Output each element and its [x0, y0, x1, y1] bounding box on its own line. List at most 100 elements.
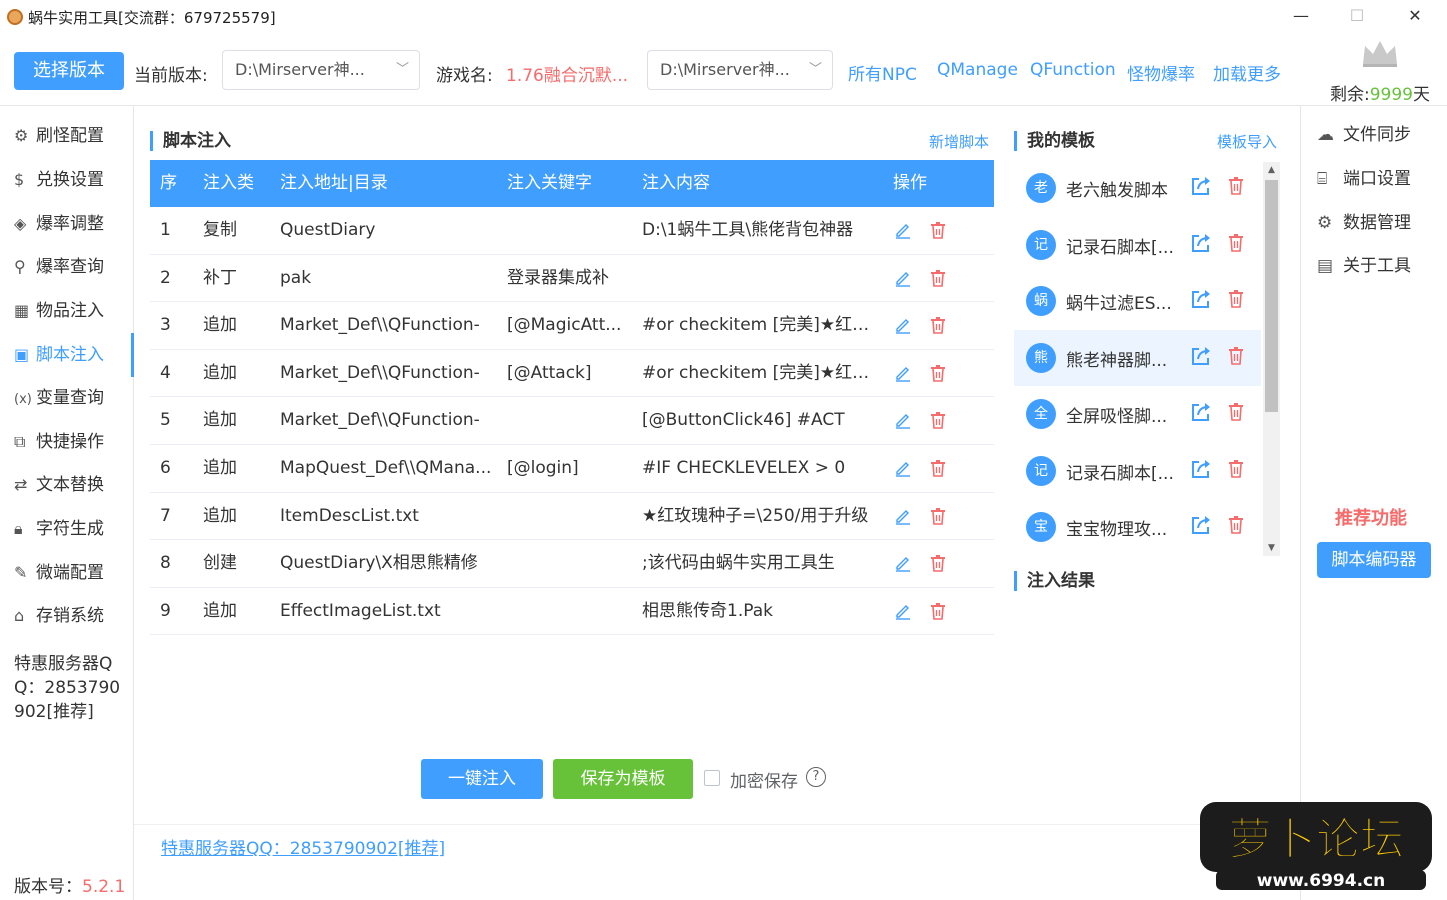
- share-icon[interactable]: [1190, 175, 1212, 197]
- share-icon[interactable]: [1190, 345, 1212, 367]
- sidebar-item-microclient[interactable]: ✎ 微端配置: [0, 551, 134, 595]
- delete-icon[interactable]: [930, 364, 946, 382]
- delete-icon[interactable]: [930, 316, 946, 334]
- delete-icon[interactable]: [1228, 176, 1244, 195]
- minimize-button[interactable]: —: [1278, 3, 1324, 31]
- sidebar-item-char-generate[interactable]: 🔒︎ 字符生成: [0, 507, 134, 551]
- link-qmanage[interactable]: QManage: [937, 60, 1018, 80]
- path-select[interactable]: D:\Mirserver神... ﹀: [647, 50, 833, 90]
- save-as-template-button[interactable]: 保存为模板: [553, 759, 693, 799]
- sidebar-item-quick-actions[interactable]: ⧉ 快捷操作: [0, 420, 134, 464]
- sidebar-item-label: 脚本注入: [36, 345, 104, 365]
- select-version-button[interactable]: 选择版本: [14, 52, 124, 90]
- sidebar-item-text-replace[interactable]: ⇄ 文本替换: [0, 463, 134, 507]
- chevron-down-icon: ﹀: [808, 62, 822, 77]
- table-row: 4 追加 Market_Def\\QFunction- [@Attack] #or ch…: [150, 350, 994, 398]
- cell-inject-keyword: [@MagicAtt...: [507, 315, 622, 336]
- delete-icon[interactable]: [930, 554, 946, 572]
- link-load-more[interactable]: 加载更多: [1213, 60, 1281, 85]
- help-icon[interactable]: ?: [806, 767, 826, 787]
- current-version-select[interactable]: D:\Mirserver神... ﹀: [222, 50, 420, 90]
- delete-icon[interactable]: [930, 507, 946, 525]
- col-inject-keyword: 注入关键字: [507, 173, 592, 193]
- share-icon[interactable]: [1190, 401, 1212, 423]
- share-icon[interactable]: [1190, 232, 1212, 254]
- template-item[interactable]: 熊熊老神器脚...: [1014, 329, 1261, 386]
- col-inject-content: 注入内容: [642, 173, 710, 193]
- share-icon[interactable]: [1190, 288, 1212, 310]
- sidebar-item-droprate-query[interactable]: ⚲ 爆率查询: [0, 245, 134, 289]
- brush-icon: ✎: [14, 563, 28, 582]
- delete-icon[interactable]: [930, 602, 946, 620]
- game-name-value: 1.76融合沉默...: [506, 66, 629, 86]
- template-item[interactable]: 宝宝宝物理攻...: [1014, 499, 1261, 552]
- edit-icon[interactable]: [894, 602, 912, 620]
- about-tool-item[interactable]: ▤ 关于工具: [1317, 252, 1411, 280]
- file-sync-item[interactable]: ☁ 文件同步: [1317, 121, 1411, 149]
- cell-inject-type: 追加: [203, 505, 237, 526]
- delete-icon[interactable]: [1228, 289, 1244, 308]
- edit-icon[interactable]: [894, 459, 912, 477]
- template-item[interactable]: 蜗蜗牛过滤ES...: [1014, 273, 1261, 329]
- close-button[interactable]: ✕: [1392, 3, 1438, 31]
- delete-icon[interactable]: [930, 411, 946, 430]
- cell-index: 8: [160, 553, 171, 574]
- current-version-label: 当前版本:: [134, 66, 208, 86]
- link-all-npc[interactable]: 所有NPC: [848, 60, 917, 85]
- edit-icon[interactable]: [894, 364, 912, 382]
- share-icon[interactable]: [1190, 458, 1212, 480]
- edit-icon[interactable]: [894, 507, 912, 525]
- cell-inject-content: 相思熊传奇1.Pak: [642, 600, 773, 621]
- edit-icon[interactable]: [894, 316, 912, 334]
- script-encoder-button[interactable]: 脚本编码器: [1317, 542, 1431, 578]
- edit-icon[interactable]: [894, 554, 912, 572]
- delete-icon[interactable]: [1228, 233, 1244, 252]
- encrypt-save-checkbox[interactable]: [704, 770, 720, 786]
- delete-icon[interactable]: [1228, 402, 1244, 421]
- sidebar-item-label: 兑换设置: [36, 170, 104, 190]
- link-qfunction[interactable]: QFunction: [1030, 60, 1116, 80]
- port-settings-item[interactable]: ⌸ 端口设置: [1317, 165, 1411, 193]
- cell-inject-path: Market_Def\\QFunction-: [280, 362, 480, 383]
- server-note: 特惠服务器QQ：2853790902[推荐]: [14, 654, 121, 722]
- sidebar-item-item-inject[interactable]: ▦ 物品注入: [0, 289, 134, 333]
- sidebar-item-variable-query[interactable]: (x) 变量查询: [0, 376, 134, 420]
- template-name: 记录石脚本[...: [1066, 237, 1174, 258]
- sidebar-item-sales-system[interactable]: ⌂ 存销系统: [0, 594, 134, 638]
- edit-icon[interactable]: [894, 221, 912, 239]
- cell-inject-type: 追加: [203, 410, 237, 431]
- delete-icon[interactable]: [930, 459, 946, 477]
- delete-icon[interactable]: [930, 221, 946, 239]
- cell-inject-path: Market_Def\\QFunction-: [280, 315, 480, 336]
- sidebar-item-label: 快捷操作: [36, 432, 104, 452]
- table-row: 7 追加 ItemDescList.txt ★红玫瑰种子=\250/用于升级: [150, 493, 994, 541]
- edit-icon[interactable]: [894, 411, 912, 430]
- server-promo-link[interactable]: 特惠服务器QQ：2853790902[推荐]: [161, 834, 445, 859]
- scroll-down-icon[interactable]: ▼: [1263, 540, 1280, 556]
- path-value: D:\Mirserver神...: [660, 60, 790, 79]
- sidebar-item-droprate-adjust[interactable]: ◈ 爆率调整: [0, 202, 134, 246]
- sidebar-item-exchange[interactable]: $ 兑换设置: [0, 158, 134, 202]
- link-monster-drop[interactable]: 怪物爆率: [1127, 60, 1195, 85]
- maximize-button[interactable]: ☐: [1334, 3, 1380, 31]
- scroll-thumb[interactable]: [1265, 180, 1278, 412]
- delete-icon[interactable]: [1228, 515, 1244, 534]
- scroll-up-icon[interactable]: ▲: [1263, 162, 1280, 178]
- template-item[interactable]: 老老六触发脚本: [1014, 160, 1261, 216]
- add-script-link[interactable]: 新增脚本: [929, 131, 989, 152]
- share-icon[interactable]: [1190, 514, 1212, 536]
- delete-icon[interactable]: [1228, 346, 1244, 365]
- sidebar-item-monster-config[interactable]: ⚙ 刷怪配置: [0, 114, 134, 158]
- edit-icon[interactable]: [894, 269, 912, 287]
- template-scrollbar[interactable]: ▲ ▼: [1263, 162, 1280, 556]
- template-item[interactable]: 记记录石脚本[...: [1014, 217, 1261, 273]
- template-item[interactable]: 全全屏吸怪脚...: [1014, 386, 1261, 442]
- template-item[interactable]: 记记录石脚本[...: [1014, 443, 1261, 499]
- one-click-inject-button[interactable]: 一键注入: [421, 759, 543, 799]
- sidebar-item-script-inject[interactable]: ▣ 脚本注入: [0, 333, 134, 377]
- delete-icon[interactable]: [1228, 459, 1244, 478]
- template-import-link[interactable]: 模板导入: [1217, 131, 1277, 152]
- delete-icon[interactable]: [930, 269, 946, 287]
- title-bar: 蜗牛实用工具[交流群：679725579] — ☐ ✕: [0, 0, 1447, 34]
- data-management-item[interactable]: ⚙ 数据管理: [1317, 209, 1411, 237]
